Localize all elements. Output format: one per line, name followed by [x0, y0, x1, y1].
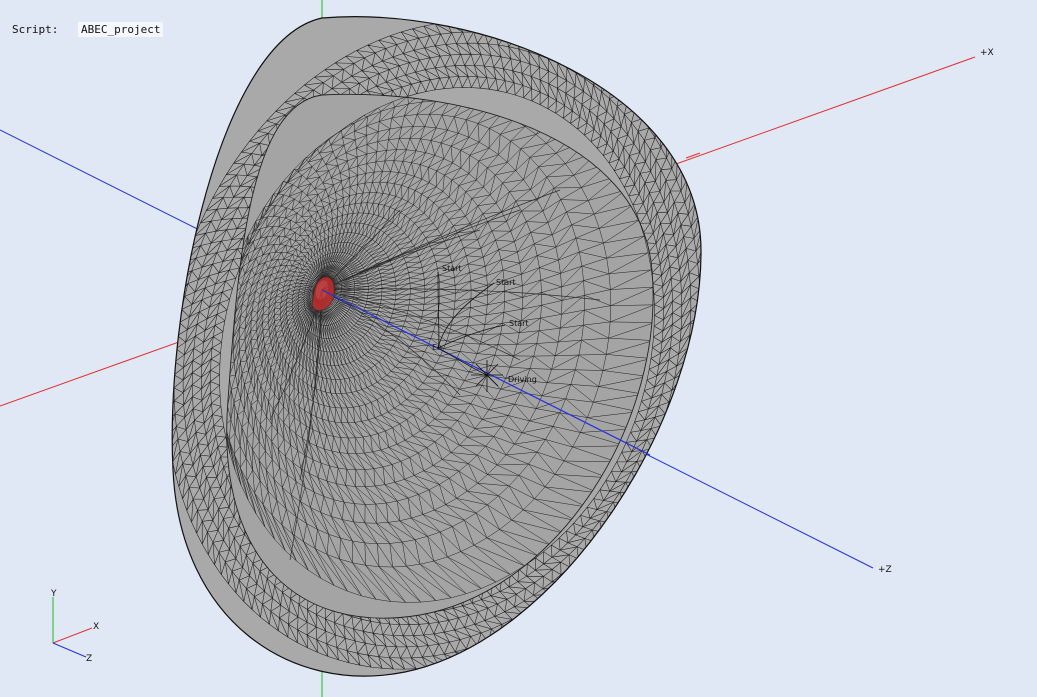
start-label-3: Start — [509, 319, 529, 328]
gizmo-y-label: Y — [50, 589, 57, 599]
driving-label: Driving — [508, 375, 537, 384]
start-label-2: Start — [496, 278, 516, 287]
end-label: En — [432, 343, 442, 352]
x-axis-label: +X — [980, 48, 994, 58]
start-label-1: Start — [442, 264, 462, 273]
script-indicator: Script: ABEC_project — [12, 20, 164, 38]
gizmo-z-label: Z — [86, 654, 92, 664]
3d-viewport[interactable]: Start Start Start En Driving +X +Z Y X Z… — [0, 0, 1037, 697]
gizmo-x-label: X — [93, 622, 99, 632]
scene-canvas[interactable]: Start Start Start En Driving +X +Z Y X Z — [0, 0, 1037, 697]
script-label: Script: — [12, 22, 59, 36]
x-axis-line-front — [685, 152, 701, 159]
z-axis-label: +Z — [878, 565, 892, 575]
script-name[interactable]: ABEC_project — [78, 21, 164, 37]
axis-gizmo: Y X Z — [50, 589, 99, 664]
